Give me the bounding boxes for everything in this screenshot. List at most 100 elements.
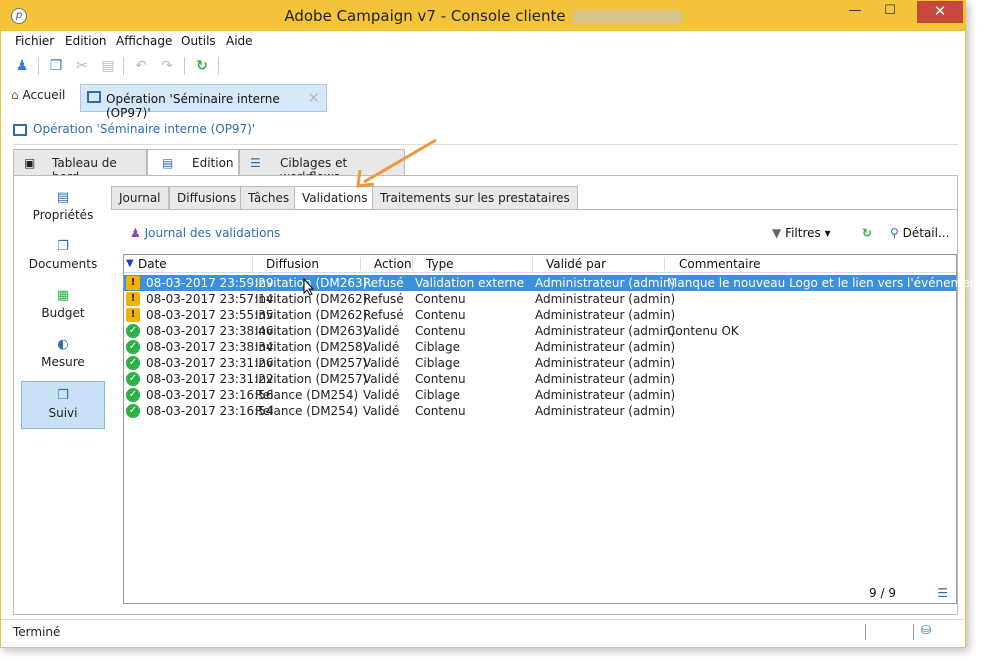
detail-label: Détail...	[902, 226, 950, 240]
document-tabs: ⌂ Accueil Opération 'Séminaire interne (…	[1, 83, 965, 120]
list-menu-icon[interactable]: ☰	[937, 586, 948, 600]
nav-proprietes[interactable]: ▤ Propriétés	[21, 184, 105, 232]
table-row[interactable]: ✓ 08-03-2017 23:16:54 Relance (DM254) Valid…	[124, 403, 956, 419]
copy-icon[interactable]: ❐	[47, 57, 65, 75]
left-nav: ▤ Propriétés ❐ Documents ▦ Budget ◐ Mesu…	[14, 176, 109, 614]
status-separator	[913, 624, 914, 640]
column-separator	[360, 257, 361, 271]
nav-documents[interactable]: ❐ Documents	[21, 233, 105, 281]
col-diffusion[interactable]: Diffusion	[266, 257, 319, 271]
validations-table: ▼ Date Diffusion Action Type Validé par …	[123, 254, 986, 604]
cell-type: Contenu	[415, 324, 466, 338]
filters-button[interactable]: ▼ Filtres ▾	[772, 226, 831, 240]
detail-button[interactable]: ⚲ Détail...	[890, 226, 949, 240]
cell-commentaire: Contenu OK	[667, 324, 739, 338]
menu-outils[interactable]: Outils	[181, 34, 216, 48]
col-type[interactable]: Type	[426, 257, 454, 271]
cell-diffusion: Invitation (DM263)	[255, 324, 368, 338]
mouse-cursor-icon	[303, 278, 315, 296]
table-row[interactable]: ✓ 08-03-2017 23:31:26 Invitation (DM257) Va…	[124, 355, 956, 371]
tab-operation[interactable]: Opération 'Séminaire interne (OP97)' ✕	[80, 84, 327, 120]
minimize-button[interactable]: —	[840, 1, 870, 23]
cell-commentaire: Manque le nouveau Logo et le lien vers l…	[667, 276, 986, 290]
cell-valide-par: Administrateur (admin)	[535, 340, 676, 354]
check-icon: ✓	[126, 340, 140, 354]
nav-budget[interactable]: ▦ Budget	[21, 282, 105, 330]
close-tab-icon[interactable]: ✕	[307, 89, 320, 107]
tab-journal[interactable]: Journal	[111, 186, 169, 209]
cell-action: Validé	[363, 388, 400, 402]
filters-label: Filtres	[785, 226, 821, 240]
table-row[interactable]: ! 08-03-2017 23:57:14 Invitation (DM262) Re…	[124, 291, 956, 307]
journal-validations-link[interactable]: ♟ Journal des validations	[130, 226, 280, 240]
refresh-icon[interactable]: ↻	[193, 57, 211, 75]
col-action[interactable]: Action	[374, 257, 412, 271]
maximize-button[interactable]: ☐	[875, 1, 905, 23]
cell-type: Ciblage	[415, 340, 461, 354]
cell-diffusion: Relance (DM254)	[255, 404, 359, 418]
cell-action: Validé	[363, 372, 400, 386]
table-row[interactable]: ✓ 08-03-2017 23:38:34 Invitation (DM258) Va…	[124, 339, 956, 355]
column-separator	[664, 257, 665, 271]
tab-diffusions[interactable]: Diffusions	[169, 186, 245, 209]
status-text: Terminé	[13, 625, 61, 639]
tab-edition-label: Edition	[192, 156, 234, 170]
col-valide-par[interactable]: Validé par	[546, 257, 606, 271]
operation-icon	[13, 123, 27, 136]
cell-valide-par: Administrateur (admin)	[535, 404, 676, 418]
main-tab-bar: ▣ Tableau de bord ▤ Edition ☰ Ciblages e…	[13, 149, 958, 184]
cell-type: Contenu	[415, 372, 466, 386]
tab-taches[interactable]: Tâches	[240, 186, 298, 209]
column-separator	[532, 257, 533, 271]
menu-edition[interactable]: Edition	[65, 34, 107, 48]
nav-suivi[interactable]: ❐ Suivi	[21, 381, 105, 429]
cell-action: Validé	[363, 404, 400, 418]
col-commentaire[interactable]: Commentaire	[679, 257, 761, 271]
cut-icon[interactable]: ✂	[73, 57, 91, 75]
check-icon: ✓	[126, 388, 140, 402]
nav-documents-label: Documents	[28, 257, 98, 271]
refresh-list-icon[interactable]: ↻	[862, 226, 872, 240]
nav-mesure[interactable]: ◐ Mesure	[21, 331, 105, 379]
panel-toolbar: ♟ Journal des validations ▼ Filtres ▾ ↻ …	[122, 222, 956, 246]
sort-desc-icon[interactable]: ▼	[126, 258, 134, 269]
tab-accueil[interactable]: ⌂ Accueil	[11, 88, 65, 102]
table-row[interactable]: ✓ 08-03-2017 23:16:56 Relance (DM254) Valid…	[124, 387, 956, 403]
table-header: ▼ Date Diffusion Action Type Validé par …	[124, 255, 956, 273]
nav-suivi-label: Suivi	[48, 406, 78, 420]
tab-accueil-label: Accueil	[22, 88, 66, 102]
table-row[interactable]: ! 08-03-2017 23:55:35 Invitation (DM262) Re…	[124, 307, 956, 323]
cell-diffusion: Invitation (DM258)	[255, 340, 368, 354]
cell-diffusion: Invitation (DM262)	[255, 308, 368, 322]
cell-action: Validé	[363, 356, 400, 370]
warning-icon: !	[126, 292, 140, 306]
menu-aide[interactable]: Aide	[226, 34, 253, 48]
divider	[111, 209, 957, 210]
table-row[interactable]: ✓ 08-03-2017 23:31:22 Invitation (DM257) Va…	[124, 371, 956, 387]
menu-fichier[interactable]: Fichier	[15, 34, 54, 48]
toolbar-separator	[123, 57, 124, 75]
content-area: ▤ Propriétés ❐ Documents ▦ Budget ◐ Mesu…	[13, 175, 986, 615]
redo-icon[interactable]: ↷	[158, 57, 176, 75]
breadcrumb[interactable]: Opération 'Séminaire interne (OP97)'	[13, 122, 255, 136]
table-footer: 9 / 9 ☰	[124, 585, 956, 603]
table-row[interactable]: ! 08-03-2017 23:59:29 Invitation (DM263) Re…	[124, 275, 986, 291]
table-row[interactable]: ✓ 08-03-2017 23:38:46 Invitation (DM263) Va…	[124, 323, 956, 339]
cell-type: Contenu	[415, 292, 466, 306]
tab-tableau-de-bord[interactable]: ▣ Tableau de bord	[13, 149, 147, 184]
filter-icon: ▼	[772, 226, 782, 240]
cell-diffusion: Invitation (DM257)	[255, 372, 368, 386]
paste-icon[interactable]: ▤	[99, 57, 117, 75]
menu-affichage[interactable]: Affichage	[116, 34, 172, 48]
column-separator	[412, 257, 413, 271]
col-date[interactable]: Date	[138, 257, 167, 271]
title-bar[interactable]: p Adobe Campaign v7 - Console cliente — …	[1, 1, 965, 31]
check-icon: ✓	[126, 404, 140, 418]
close-button[interactable]: ✕	[917, 1, 963, 23]
tab-edition[interactable]: ▤ Edition	[147, 149, 239, 176]
tracking-icon: ❐	[57, 388, 69, 403]
cell-type: Contenu	[415, 404, 466, 418]
new-user-icon[interactable]: ♟	[13, 57, 31, 75]
tab-operation-label: Opération 'Séminaire interne (OP97)'	[106, 92, 280, 120]
undo-icon[interactable]: ↶	[132, 57, 150, 75]
